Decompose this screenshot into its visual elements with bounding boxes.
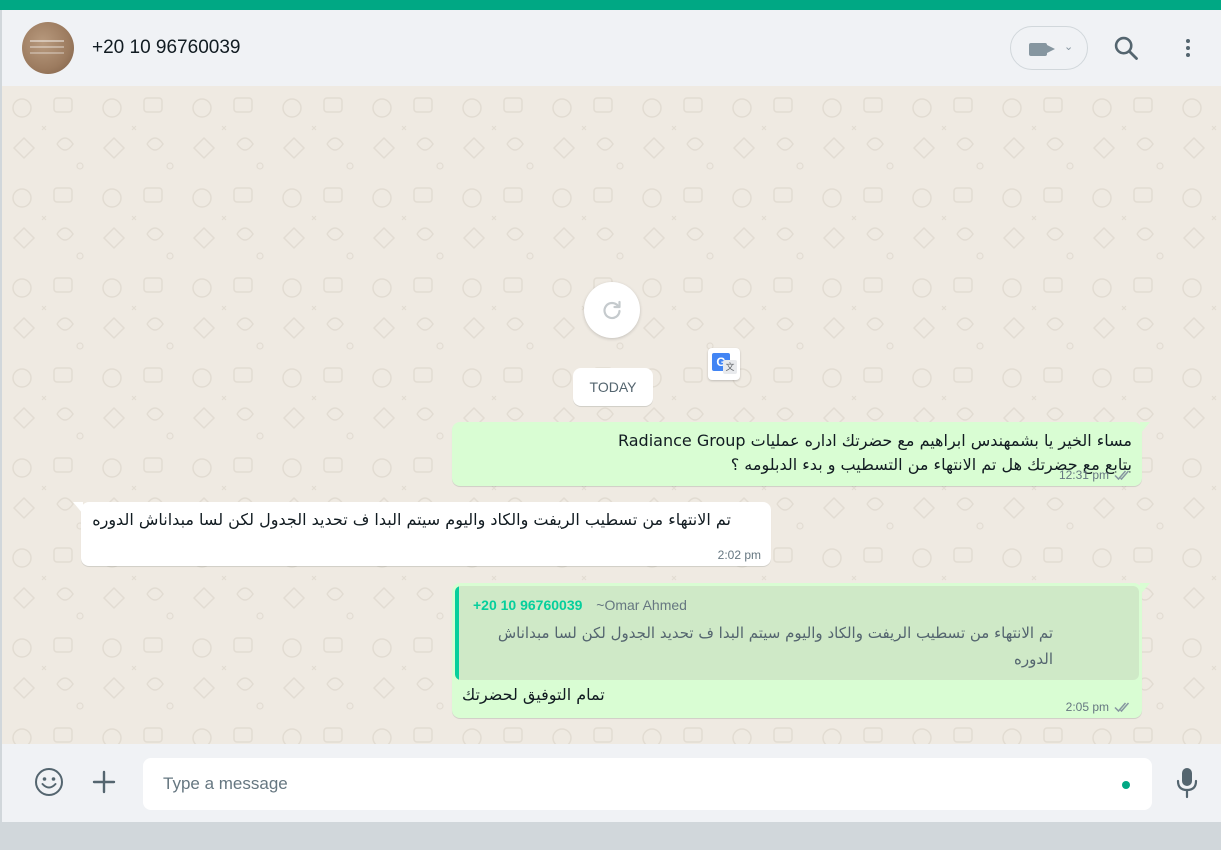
- contact-name[interactable]: +20 10 96760039: [92, 37, 240, 59]
- quote-accent-bar: [455, 586, 459, 680]
- message-composer: [2, 744, 1221, 822]
- message-meta: 2:05 pm: [1066, 700, 1132, 714]
- microphone-icon[interactable]: [1174, 766, 1200, 800]
- chevron-down-icon: ⌄: [1064, 41, 1074, 53]
- message-text: تمام التوفيق لحضرتك: [462, 685, 605, 704]
- window-bottom-bar: [0, 822, 1221, 850]
- refresh-icon: [603, 300, 621, 320]
- message-outgoing-reply[interactable]: +20 10 96760039 ~Omar Ahmed تم الانتهاء …: [452, 583, 1150, 718]
- quote-sender-alias: ~Omar Ahmed: [596, 597, 687, 613]
- message-time: 12:31 pm: [1058, 468, 1109, 482]
- video-call-button[interactable]: ⌄: [1010, 26, 1088, 70]
- quote-sender: +20 10 96760039 ~Omar Ahmed: [473, 597, 687, 613]
- plus-icon[interactable]: [90, 768, 118, 796]
- chat-panel[interactable]: G 文 TODAY مساء الخير يا بشمهندس ابراهيم …: [2, 86, 1221, 744]
- double-check-icon: [1114, 702, 1130, 713]
- message-time: 2:02 pm: [717, 548, 761, 562]
- bubble-tail: [73, 502, 83, 514]
- top-accent-strip: [0, 0, 1221, 10]
- three-dots-menu-icon[interactable]: [1176, 36, 1200, 60]
- quoted-message[interactable]: +20 10 96760039 ~Omar Ahmed تم الانتهاء …: [455, 586, 1139, 680]
- date-divider: TODAY: [573, 368, 653, 406]
- quote-text: تم الانتهاء من تسطيب الريفت والكاد واليو…: [497, 624, 1053, 668]
- chat-header: +20 10 96760039 ⌄: [2, 10, 1221, 86]
- double-check-icon: [1114, 470, 1130, 481]
- message-meta: 2:02 pm: [718, 548, 761, 562]
- message-outgoing[interactable]: مساء الخير يا بشمهندس ابراهيم مع حضرتك ا…: [452, 422, 1150, 486]
- status-dot: [1122, 781, 1130, 789]
- search-icon[interactable]: [1112, 34, 1140, 62]
- message-meta: 12:31 pm: [1059, 468, 1132, 482]
- message-incoming[interactable]: تم الانتهاء من تسطيب الريفت والكاد واليو…: [73, 502, 771, 566]
- emoji-icon[interactable]: [34, 767, 64, 797]
- bubble-tail: [1140, 422, 1150, 434]
- quote-sender-number: +20 10 96760039: [473, 597, 583, 613]
- contact-avatar[interactable]: [22, 22, 74, 74]
- google-translate-icon[interactable]: G 文: [708, 348, 740, 380]
- bubble-tail: [1140, 583, 1150, 595]
- refresh-button[interactable]: [584, 282, 640, 338]
- message-input[interactable]: [143, 758, 1152, 810]
- message-text: مساء الخير يا بشمهندس ابراهيم مع حضرتك ا…: [617, 431, 1132, 474]
- message-text: تم الانتهاء من تسطيب الريفت والكاد واليو…: [92, 510, 731, 529]
- video-camera-icon: [1029, 43, 1047, 56]
- message-time: 2:05 pm: [1065, 700, 1109, 714]
